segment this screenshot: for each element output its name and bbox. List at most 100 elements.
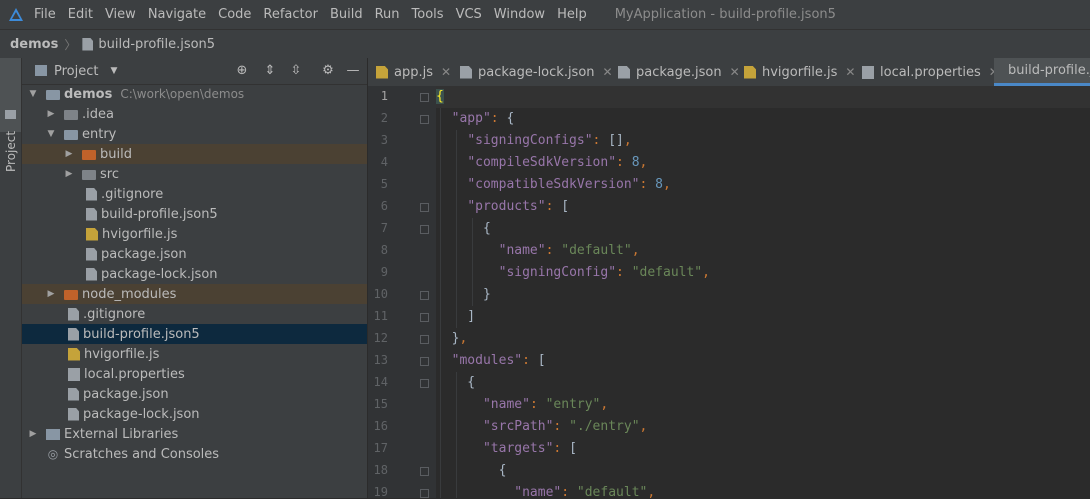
chevron-right-icon[interactable]: ▶ xyxy=(62,149,76,159)
js-file-icon xyxy=(86,227,98,241)
tree-label: demos xyxy=(64,86,113,102)
chevron-down-icon[interactable]: ▼ xyxy=(110,66,117,76)
tree-item-root-hvigorfile[interactable]: hvigorfile.js xyxy=(22,344,367,364)
menu-bar: File Edit View Navigate Code Refactor Bu… xyxy=(0,0,1090,29)
fold-marker-icon[interactable] xyxy=(420,357,429,366)
chevron-right-icon[interactable]: ▶ xyxy=(62,169,76,179)
line-number: 13 xyxy=(373,353,388,367)
tree-item-root-package-json[interactable]: package.json xyxy=(22,384,367,404)
code-line-4: "compileSdkVersion": 8, xyxy=(467,155,648,170)
fold-marker-icon[interactable] xyxy=(420,467,429,476)
menu-window[interactable]: Window xyxy=(494,7,545,22)
code-line-15: "name": "entry", xyxy=(482,397,609,412)
menu-view[interactable]: View xyxy=(105,7,136,22)
collapse-all-icon[interactable]: ⇳ xyxy=(288,63,304,79)
menu-build[interactable]: Build xyxy=(330,7,363,22)
tab-hvigorfile-js[interactable]: hvigorfile.js ✕ xyxy=(736,58,855,86)
menu-run[interactable]: Run xyxy=(375,7,400,22)
gear-icon[interactable]: ⚙ xyxy=(320,63,336,79)
line-number: 14 xyxy=(373,375,388,389)
code-token: { xyxy=(436,89,444,104)
project-panel-title[interactable]: Project xyxy=(54,64,98,79)
project-tool-tab[interactable]: Project xyxy=(0,58,21,172)
breadcrumb-file[interactable]: build-profile.json5 xyxy=(82,37,215,52)
tree-item-package-json[interactable]: package.json xyxy=(22,244,367,264)
code-token: 8 xyxy=(655,177,663,192)
tab-label: hvigorfile.js xyxy=(762,64,838,80)
line-number: 11 xyxy=(373,309,388,323)
tab-local-properties[interactable]: local.properties ✕ xyxy=(854,58,999,86)
tree-item-root-package-lock[interactable]: package-lock.json xyxy=(22,404,367,424)
tree-item-build[interactable]: ▶ build xyxy=(22,144,367,164)
fold-marker-icon[interactable] xyxy=(420,203,429,212)
tree-item-gitignore[interactable]: .gitignore xyxy=(22,184,367,204)
fold-marker-icon[interactable] xyxy=(420,335,429,344)
line-number: 5 xyxy=(380,177,388,191)
fold-marker-icon[interactable] xyxy=(420,225,429,234)
tab-build-profile-json5[interactable]: build-profile.json5 xyxy=(994,58,1090,86)
code-token: "default" xyxy=(576,485,648,498)
menu-file[interactable]: File xyxy=(34,7,56,22)
close-icon[interactable]: ✕ xyxy=(441,65,451,79)
tree-item-demos[interactable]: ▼ demos C:\work\open\demos xyxy=(22,84,367,104)
breadcrumb-project-label: demos xyxy=(10,36,59,52)
code-editor[interactable]: { "app": { "signingConfigs": [], "compil… xyxy=(436,86,1090,498)
tab-label: package-lock.json xyxy=(478,64,595,80)
chevron-right-icon[interactable]: ▶ xyxy=(44,289,58,299)
tab-package-lock-json[interactable]: package-lock.json ✕ xyxy=(452,58,613,86)
module-folder-icon xyxy=(64,130,78,140)
project-view-icon xyxy=(35,65,47,76)
tree-item-package-lock[interactable]: package-lock.json xyxy=(22,264,367,284)
tree-label: entry xyxy=(82,126,117,142)
breadcrumb-project[interactable]: demos xyxy=(10,37,58,52)
project-panel: Project ▼ ⊕ ⇕ ⇳ ⚙ — ▼ demos C:\work\open… xyxy=(22,58,368,498)
expand-all-icon[interactable]: ⇕ xyxy=(262,63,278,79)
code-token: "name" xyxy=(514,485,562,498)
chevron-right-icon[interactable]: ▶ xyxy=(44,109,58,119)
chevron-right-icon[interactable]: ▶ xyxy=(26,429,40,439)
code-token: "name" xyxy=(498,243,546,258)
fold-marker-icon[interactable] xyxy=(420,291,429,300)
tree-item-src[interactable]: ▶ src xyxy=(22,164,367,184)
fold-marker-icon[interactable] xyxy=(420,93,429,102)
line-number: 3 xyxy=(380,133,388,147)
chevron-down-icon[interactable]: ▼ xyxy=(26,89,40,99)
code-line-11: ] xyxy=(436,309,476,324)
menu-navigate[interactable]: Navigate xyxy=(148,7,206,22)
tree-item-entry[interactable]: ▼ entry xyxy=(22,124,367,144)
tree-item-idea[interactable]: ▶ .idea xyxy=(22,104,367,124)
menu-tools[interactable]: Tools xyxy=(412,7,444,22)
tab-label: local.properties xyxy=(880,64,981,80)
locate-icon[interactable]: ⊕ xyxy=(234,63,250,79)
tree-item-hvigorfile[interactable]: hvigorfile.js xyxy=(22,224,367,244)
properties-file-icon xyxy=(862,65,874,79)
tree-item-local-properties[interactable]: local.properties xyxy=(22,364,367,384)
menu-vcs[interactable]: VCS xyxy=(456,7,482,22)
menu-refactor[interactable]: Refactor xyxy=(263,7,318,22)
line-number: 1 xyxy=(380,89,388,103)
tab-app-js[interactable]: app.js ✕ xyxy=(368,58,451,86)
tree-item-build-profile[interactable]: build-profile.json5 xyxy=(22,204,367,224)
chevron-down-icon[interactable]: ▼ xyxy=(44,129,58,139)
tree-item-node-modules[interactable]: ▶ node_modules xyxy=(22,284,367,304)
line-number: 8 xyxy=(380,243,388,257)
menu-code[interactable]: Code xyxy=(218,7,251,22)
hide-icon[interactable]: — xyxy=(345,63,361,79)
tab-label: app.js xyxy=(394,64,433,80)
tree-item-root-build-profile[interactable]: build-profile.json5 xyxy=(22,324,367,344)
fold-marker-icon[interactable] xyxy=(420,379,429,388)
menu-edit[interactable]: Edit xyxy=(68,7,93,22)
code-line-14: { xyxy=(436,375,476,390)
fold-marker-icon[interactable] xyxy=(420,313,429,322)
tree-item-root-gitignore[interactable]: .gitignore xyxy=(22,304,367,324)
code-line-6: "products": [ xyxy=(467,199,570,214)
fold-marker-icon[interactable] xyxy=(420,489,429,498)
tab-package-json[interactable]: package.json ✕ xyxy=(610,58,740,86)
tree-label: local.properties xyxy=(84,366,185,382)
menu-help[interactable]: Help xyxy=(557,7,587,22)
fold-marker-icon[interactable] xyxy=(420,115,429,124)
tree-item-scratches[interactable]: ◎ Scratches and Consoles xyxy=(22,444,367,464)
breadcrumb-separator-icon: 〉 xyxy=(64,37,77,52)
tree-item-external-libraries[interactable]: ▶ External Libraries xyxy=(22,424,367,444)
tree-label: .idea xyxy=(82,106,114,122)
